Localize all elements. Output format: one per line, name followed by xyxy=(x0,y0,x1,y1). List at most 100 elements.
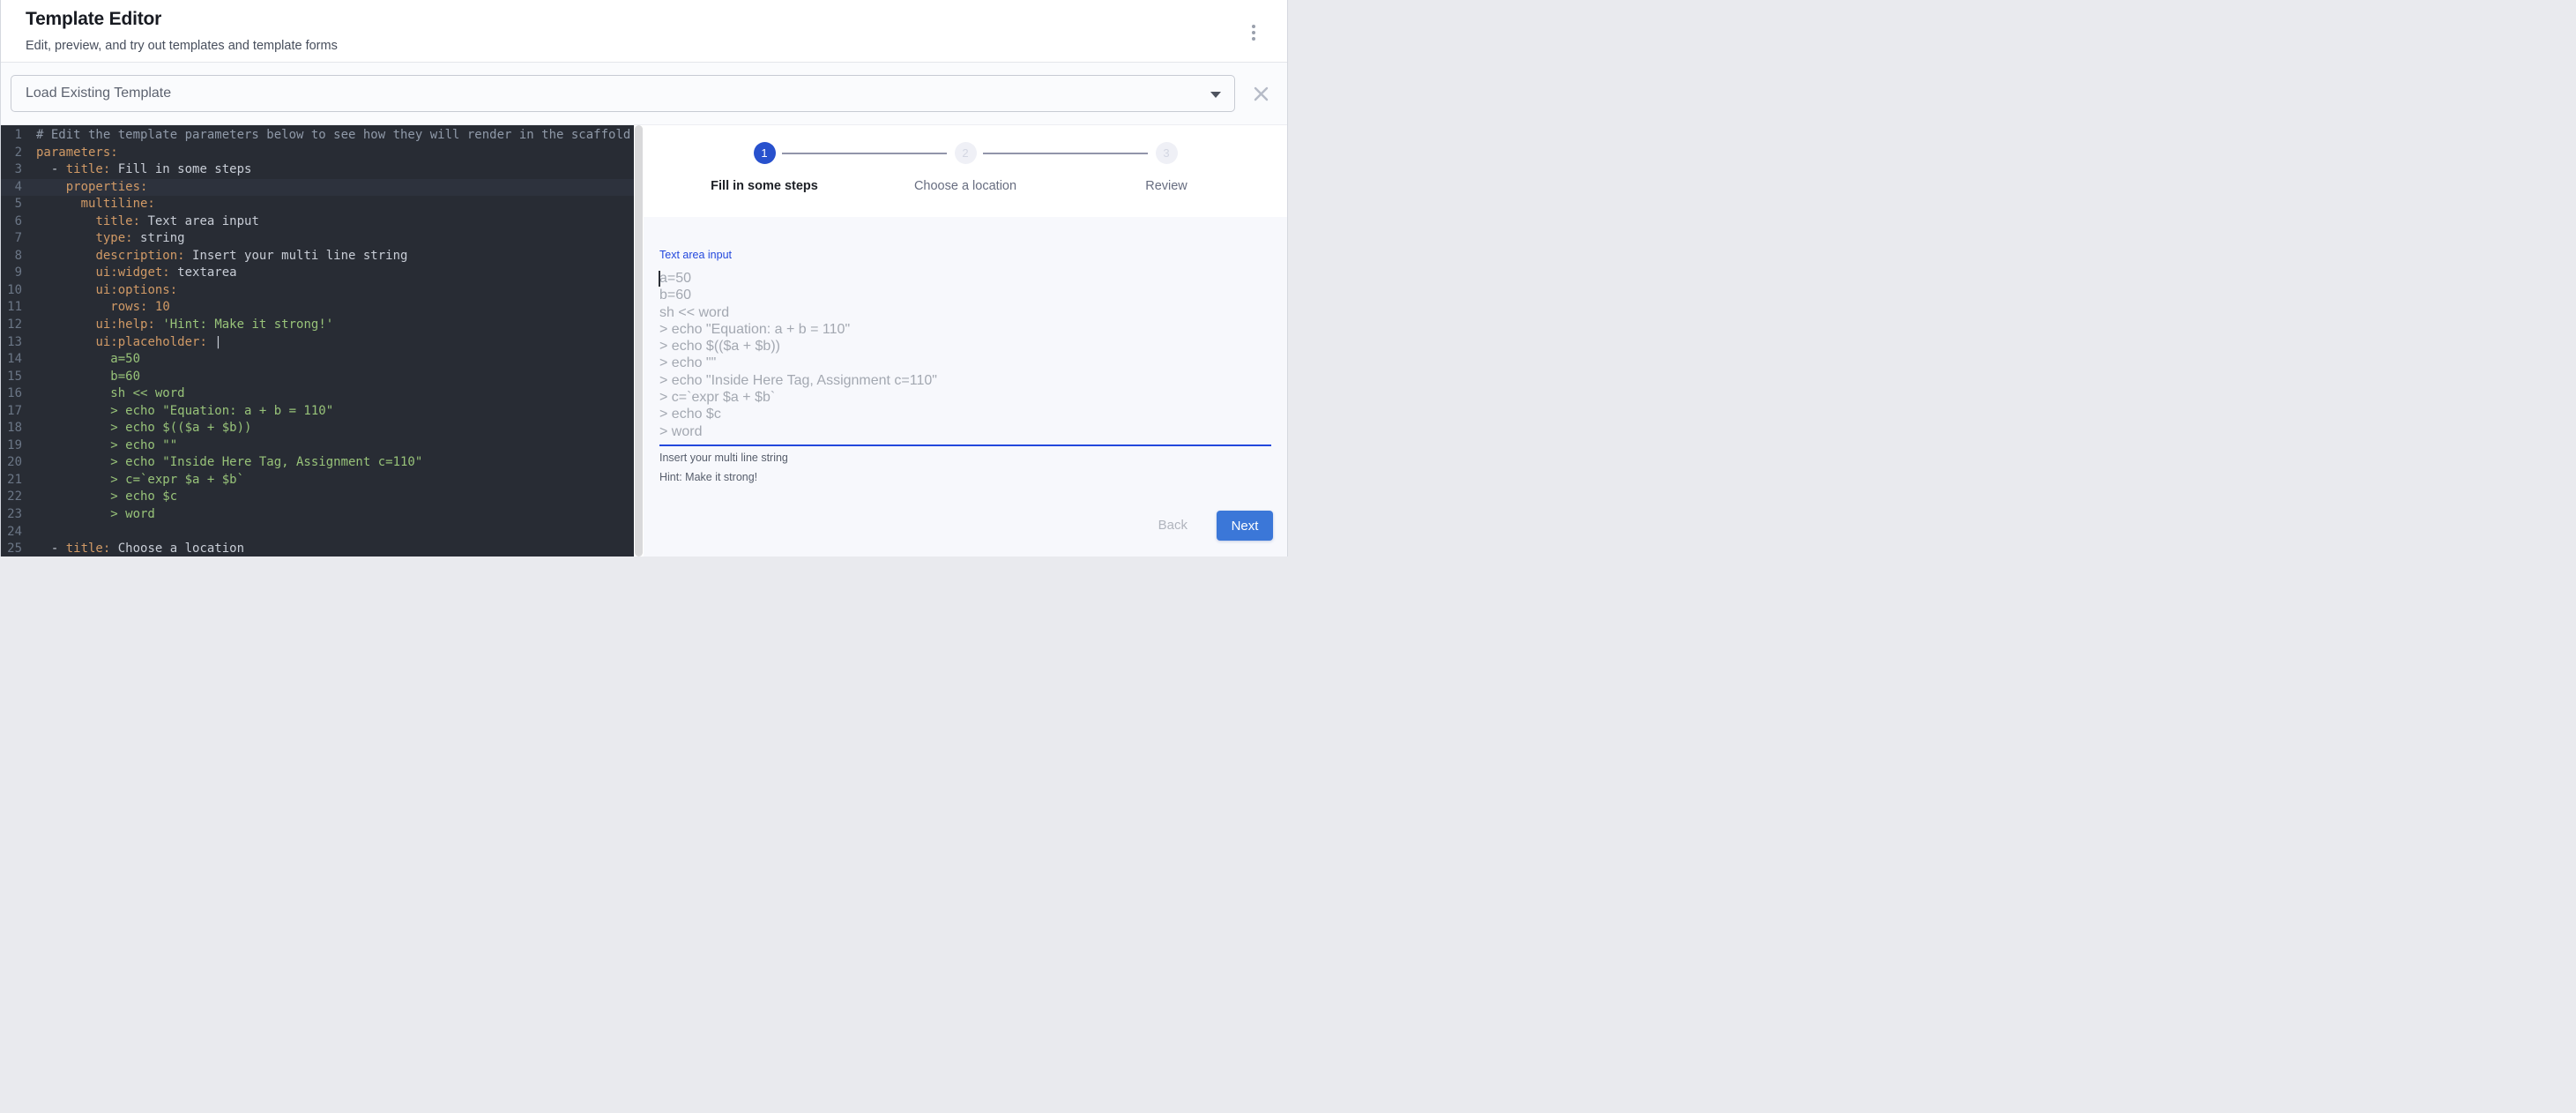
editor-line[interactable]: 5 multiline: xyxy=(1,196,634,213)
step-connector xyxy=(983,153,1148,154)
line-code: > echo "Equation: a + b = 110" xyxy=(22,403,634,421)
editor-line[interactable]: 10 ui:options: xyxy=(1,282,634,300)
editor-line[interactable]: 11 rows: 10 xyxy=(1,299,634,317)
editor-scrollbar-thumb[interactable] xyxy=(635,125,643,556)
editor-line[interactable]: 9 ui:widget: textarea xyxy=(1,265,634,282)
line-code xyxy=(22,524,634,542)
next-button[interactable]: Next xyxy=(1217,511,1273,541)
step-circle: 2 xyxy=(955,142,977,164)
toolbar: Load Existing Template xyxy=(1,63,1287,125)
line-code: multiline: xyxy=(22,196,634,213)
editor-line[interactable]: 14 a=50 xyxy=(1,351,634,369)
line-number: 7 xyxy=(1,230,22,248)
line-number: 18 xyxy=(1,420,22,437)
editor-line[interactable]: 24 xyxy=(1,524,634,542)
editor-line[interactable]: 15 b=60 xyxy=(1,369,634,386)
line-code: > echo $(($a + $b)) xyxy=(22,420,634,437)
editor-line[interactable]: 12 ui:help: 'Hint: Make it strong!' xyxy=(1,317,634,334)
editor-line[interactable]: 4 properties: xyxy=(1,179,634,197)
line-number: 3 xyxy=(1,161,22,179)
editor-line[interactable]: 16 sh << word xyxy=(1,385,634,403)
multiline-textarea[interactable]: a=50 b=60 sh << word > echo "Equation: a… xyxy=(659,270,1271,443)
step-circle: 1 xyxy=(754,142,776,164)
load-template-select[interactable]: Load Existing Template xyxy=(11,75,1235,112)
more-options-kebab-icon[interactable] xyxy=(1247,22,1261,43)
line-code: > echo $c xyxy=(22,489,634,506)
line-code: ui:widget: textarea xyxy=(22,265,634,282)
editor-line[interactable]: 20 > echo "Inside Here Tag, Assignment c… xyxy=(1,454,634,472)
line-number: 21 xyxy=(1,472,22,489)
step-connector xyxy=(782,153,947,154)
line-code: > echo "Inside Here Tag, Assignment c=11… xyxy=(22,454,634,472)
line-number: 10 xyxy=(1,282,22,300)
line-code: title: Text area input xyxy=(22,213,634,231)
line-number: 24 xyxy=(1,524,22,542)
line-number: 6 xyxy=(1,213,22,231)
editor-line[interactable]: 21 > c=`expr $a + $b` xyxy=(1,472,634,489)
editor-line[interactable]: 1# Edit the template parameters below to… xyxy=(1,127,634,145)
line-code: > c=`expr $a + $b` xyxy=(22,472,634,489)
editor-line[interactable]: 23 > word xyxy=(1,506,634,524)
line-code: ui:options: xyxy=(22,282,634,300)
line-code: rows: 10 xyxy=(22,299,634,317)
editor-line[interactable]: 25 - title: Choose a location xyxy=(1,541,634,556)
editor-line[interactable]: 3 - title: Fill in some steps xyxy=(1,161,634,179)
step-label: Choose a location xyxy=(914,179,1016,193)
line-code: type: string xyxy=(22,230,634,248)
line-code: > echo "" xyxy=(22,437,634,455)
line-number: 13 xyxy=(1,334,22,352)
form-step-panel: Text area input a=50 b=60 sh << word > e… xyxy=(644,217,1287,556)
line-code: b=60 xyxy=(22,369,634,386)
line-code: - title: Choose a location xyxy=(22,541,634,556)
textarea-placeholder-text: a=50 b=60 sh << word > echo "Equation: a… xyxy=(659,270,1271,440)
dropdown-arrow-icon xyxy=(1210,92,1221,98)
editor-line[interactable]: 6 title: Text area input xyxy=(1,213,634,231)
editor-line[interactable]: 17 > echo "Equation: a + b = 110" xyxy=(1,403,634,421)
textarea-field-label: Text area input xyxy=(659,249,732,261)
line-number: 15 xyxy=(1,369,22,386)
line-code: a=50 xyxy=(22,351,634,369)
clear-selection-button[interactable] xyxy=(1254,86,1269,101)
line-number: 1 xyxy=(1,127,22,145)
step-label: Fill in some steps xyxy=(711,179,818,193)
line-number: 25 xyxy=(1,541,22,556)
editor-line[interactable]: 2parameters: xyxy=(1,145,634,162)
editor-line[interactable]: 18 > echo $(($a + $b)) xyxy=(1,420,634,437)
back-button[interactable]: Back xyxy=(1151,511,1195,541)
editor-line[interactable]: 13 ui:placeholder: | xyxy=(1,334,634,352)
editor-line[interactable]: 22 > echo $c xyxy=(1,489,634,506)
line-code: # Edit the template parameters below to … xyxy=(22,127,634,145)
field-description-text: Insert your multi line string xyxy=(659,452,788,464)
line-code: properties: xyxy=(22,179,634,197)
line-code: - title: Fill in some steps xyxy=(22,161,634,179)
page-subtitle: Edit, preview, and try out templates and… xyxy=(26,39,338,53)
line-code: parameters: xyxy=(22,145,634,162)
load-template-placeholder: Load Existing Template xyxy=(26,86,171,101)
line-number: 2 xyxy=(1,145,22,162)
template-editor-window: Template Editor Edit, preview, and try o… xyxy=(0,0,1288,556)
line-number: 17 xyxy=(1,403,22,421)
line-code: description: Insert your multi line stri… xyxy=(22,248,634,265)
field-hint-text: Hint: Make it strong! xyxy=(659,471,757,483)
line-number: 14 xyxy=(1,351,22,369)
editor-scrollbar xyxy=(634,125,644,556)
text-cursor xyxy=(659,271,660,287)
line-code: ui:help: 'Hint: Make it strong!' xyxy=(22,317,634,334)
line-number: 22 xyxy=(1,489,22,506)
main-split: 1# Edit the template parameters below to… xyxy=(1,125,1287,556)
preview-panel: 1Fill in some steps2Choose a location3Re… xyxy=(644,125,1287,556)
line-number: 5 xyxy=(1,196,22,213)
close-icon xyxy=(1254,86,1269,101)
line-number: 8 xyxy=(1,248,22,265)
yaml-code-editor[interactable]: 1# Edit the template parameters below to… xyxy=(1,125,634,556)
line-number: 20 xyxy=(1,454,22,472)
line-code: > word xyxy=(22,506,634,524)
line-number: 12 xyxy=(1,317,22,334)
line-code: ui:placeholder: | xyxy=(22,334,634,352)
editor-line[interactable]: 7 type: string xyxy=(1,230,634,248)
editor-line[interactable]: 8 description: Insert your multi line st… xyxy=(1,248,634,265)
editor-line[interactable]: 19 > echo "" xyxy=(1,437,634,455)
line-code: sh << word xyxy=(22,385,634,403)
wizard-stepper: 1Fill in some steps2Choose a location3Re… xyxy=(644,125,1287,217)
step-label: Review xyxy=(1145,179,1187,193)
